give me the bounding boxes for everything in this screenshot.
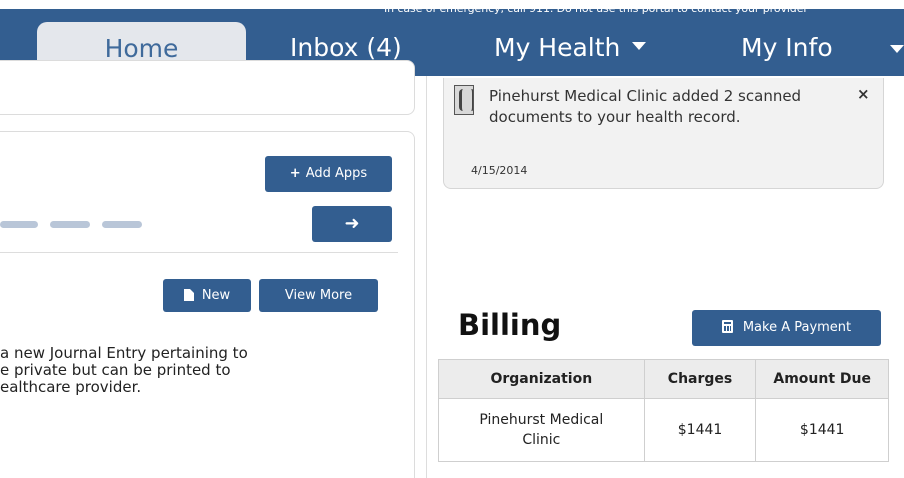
view-more-button[interactable]: View More [259, 279, 378, 312]
column-header-amount-due: Amount Due [755, 359, 889, 399]
table-row: Pinehurst Medical Clinic $1441 $1441 [438, 398, 889, 462]
column-header-organization: Organization [438, 359, 645, 399]
column-header-charges: Charges [643, 359, 757, 399]
add-apps-label: Add Apps [305, 166, 368, 181]
tab-my-health-label: My Health [494, 33, 621, 62]
journal-description: a new Journal Entry pertaining to e priv… [0, 345, 330, 396]
journal-line: ealthcare provider. [0, 379, 142, 396]
notification-text: Pinehurst Medical Clinic added 2 scanned… [489, 87, 802, 126]
cell-organization: Pinehurst Medical Clinic [438, 398, 645, 462]
notification-date: 4/15/2014 [471, 164, 528, 177]
table-header-row: Organization Charges Amount Due [438, 359, 889, 399]
close-icon[interactable]: × [857, 85, 870, 103]
summary-panel [0, 60, 415, 115]
add-apps-button[interactable]: + Add Apps [265, 156, 392, 192]
organization-name: Pinehurst Medical Clinic [479, 412, 604, 448]
calculator-icon [721, 320, 733, 333]
carousel-dot[interactable] [102, 221, 142, 228]
next-button[interactable]: ➜ [312, 206, 392, 242]
tab-my-info[interactable]: My Info [741, 20, 833, 76]
column-divider [426, 76, 427, 478]
chevron-down-icon [632, 42, 647, 50]
xray-icon [454, 85, 474, 115]
make-payment-button[interactable]: Make A Payment [692, 310, 881, 346]
tab-my-info-label: My Info [741, 33, 833, 62]
new-journal-label: New [201, 288, 231, 303]
chevron-down-icon[interactable] [890, 45, 904, 53]
cell-amount-due: $1441 [755, 398, 889, 462]
view-more-label: View More [284, 288, 353, 303]
make-payment-label: Make A Payment [742, 320, 852, 335]
cell-charges: $1441 [643, 398, 757, 462]
billing-title: Billing [458, 308, 562, 342]
plus-icon: + [289, 166, 301, 181]
carousel-dot[interactable] [50, 221, 90, 228]
journal-line: e private but can be printed to [0, 362, 231, 379]
document-icon [183, 288, 194, 301]
arrow-right-icon: ➜ [344, 213, 360, 234]
panel-divider [0, 252, 398, 253]
emergency-notice: In case of emergency, call 911. Do not u… [384, 3, 808, 15]
tab-inbox-label: Inbox (4) [290, 33, 402, 62]
carousel-dot[interactable] [0, 221, 38, 228]
billing-table: Organization Charges Amount Due Pinehurs… [438, 359, 889, 462]
tab-my-health[interactable]: My Health [494, 20, 647, 76]
new-journal-button[interactable]: New [163, 279, 251, 312]
tab-home-label: Home [104, 34, 179, 63]
journal-line: a new Journal Entry pertaining to [0, 345, 248, 362]
